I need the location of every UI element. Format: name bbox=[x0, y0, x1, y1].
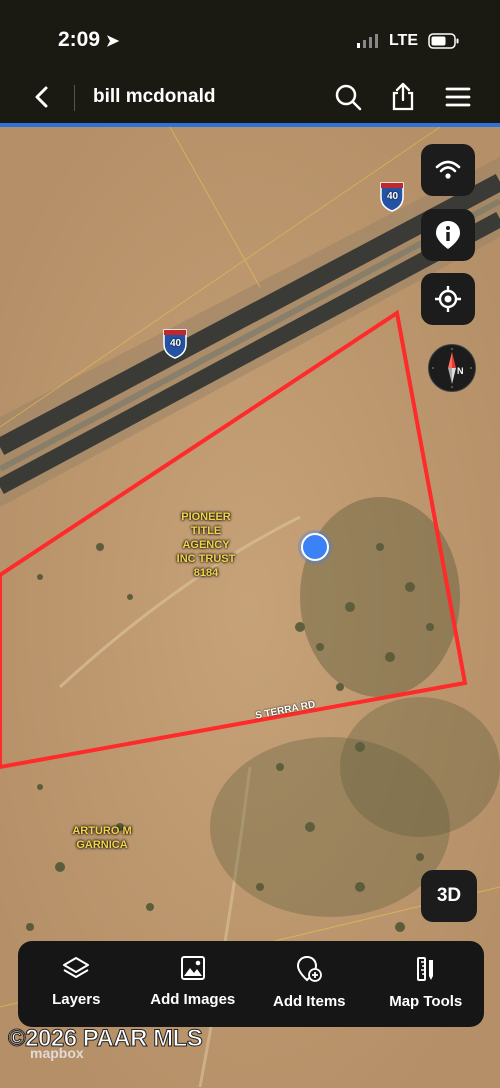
share-icon[interactable] bbox=[386, 80, 420, 114]
image-icon bbox=[180, 956, 205, 980]
map-tools-button[interactable]: Map Tools bbox=[368, 941, 485, 1027]
add-items-button[interactable]: Add Items bbox=[251, 941, 368, 1027]
shield-number-label: 40 bbox=[387, 191, 399, 202]
add-items-label: Add Items bbox=[272, 993, 346, 1010]
mls-watermark: ©2026 PAAR MLS bbox=[7, 1025, 203, 1053]
layers-button[interactable]: Layers bbox=[18, 941, 135, 1027]
app-header: bill mcdonald bbox=[0, 70, 500, 124]
wifi-button[interactable] bbox=[421, 144, 475, 196]
bottom-toolbar: Layers Add Images Add Items Map Tools bbox=[18, 941, 484, 1027]
parcel-owner-label[interactable]: ARTURO M GARNICA bbox=[56, 824, 148, 852]
back-chevron-icon[interactable] bbox=[26, 80, 60, 114]
layers-label: Layers bbox=[52, 991, 101, 1008]
wifi-icon bbox=[435, 160, 461, 179]
compass-button[interactable]: N bbox=[428, 344, 476, 392]
search-icon[interactable] bbox=[331, 80, 365, 114]
status-time: 2:09 ➤ bbox=[58, 28, 119, 52]
signal-icon bbox=[356, 34, 378, 48]
3d-toggle-button[interactable]: 3D bbox=[421, 870, 477, 922]
svg-text:N: N bbox=[457, 366, 464, 376]
info-pin-icon bbox=[436, 221, 460, 249]
page-title: bill mcdonald bbox=[93, 86, 216, 107]
crosshair-icon bbox=[435, 286, 461, 312]
locate-button[interactable] bbox=[421, 273, 475, 325]
parcel-owner-label[interactable]: PIONEER TITLE AGENCY INC TRUST 8184 bbox=[168, 510, 244, 580]
map-tools-label: Map Tools bbox=[389, 993, 463, 1010]
add-images-label: Add Images bbox=[150, 991, 236, 1008]
add-pin-icon bbox=[297, 955, 323, 982]
battery-icon bbox=[428, 33, 459, 49]
header-divider bbox=[74, 85, 75, 111]
current-location-dot bbox=[301, 533, 329, 561]
ruler-icon bbox=[416, 957, 433, 981]
menu-icon[interactable] bbox=[441, 80, 475, 114]
compass-icon: N bbox=[432, 348, 472, 388]
add-images-button[interactable]: Add Images bbox=[135, 941, 252, 1027]
status-bar: 2:09 ➤ LTE bbox=[0, 0, 500, 70]
location-arrow-icon: ➤ bbox=[105, 33, 120, 50]
time-text: 2:09 bbox=[58, 28, 101, 51]
info-button[interactable] bbox=[421, 209, 475, 261]
layers-icon bbox=[63, 957, 90, 978]
status-indicators: LTE bbox=[356, 32, 460, 50]
shield-number-label: 40 bbox=[170, 338, 182, 349]
network-label: LTE bbox=[388, 32, 418, 49]
